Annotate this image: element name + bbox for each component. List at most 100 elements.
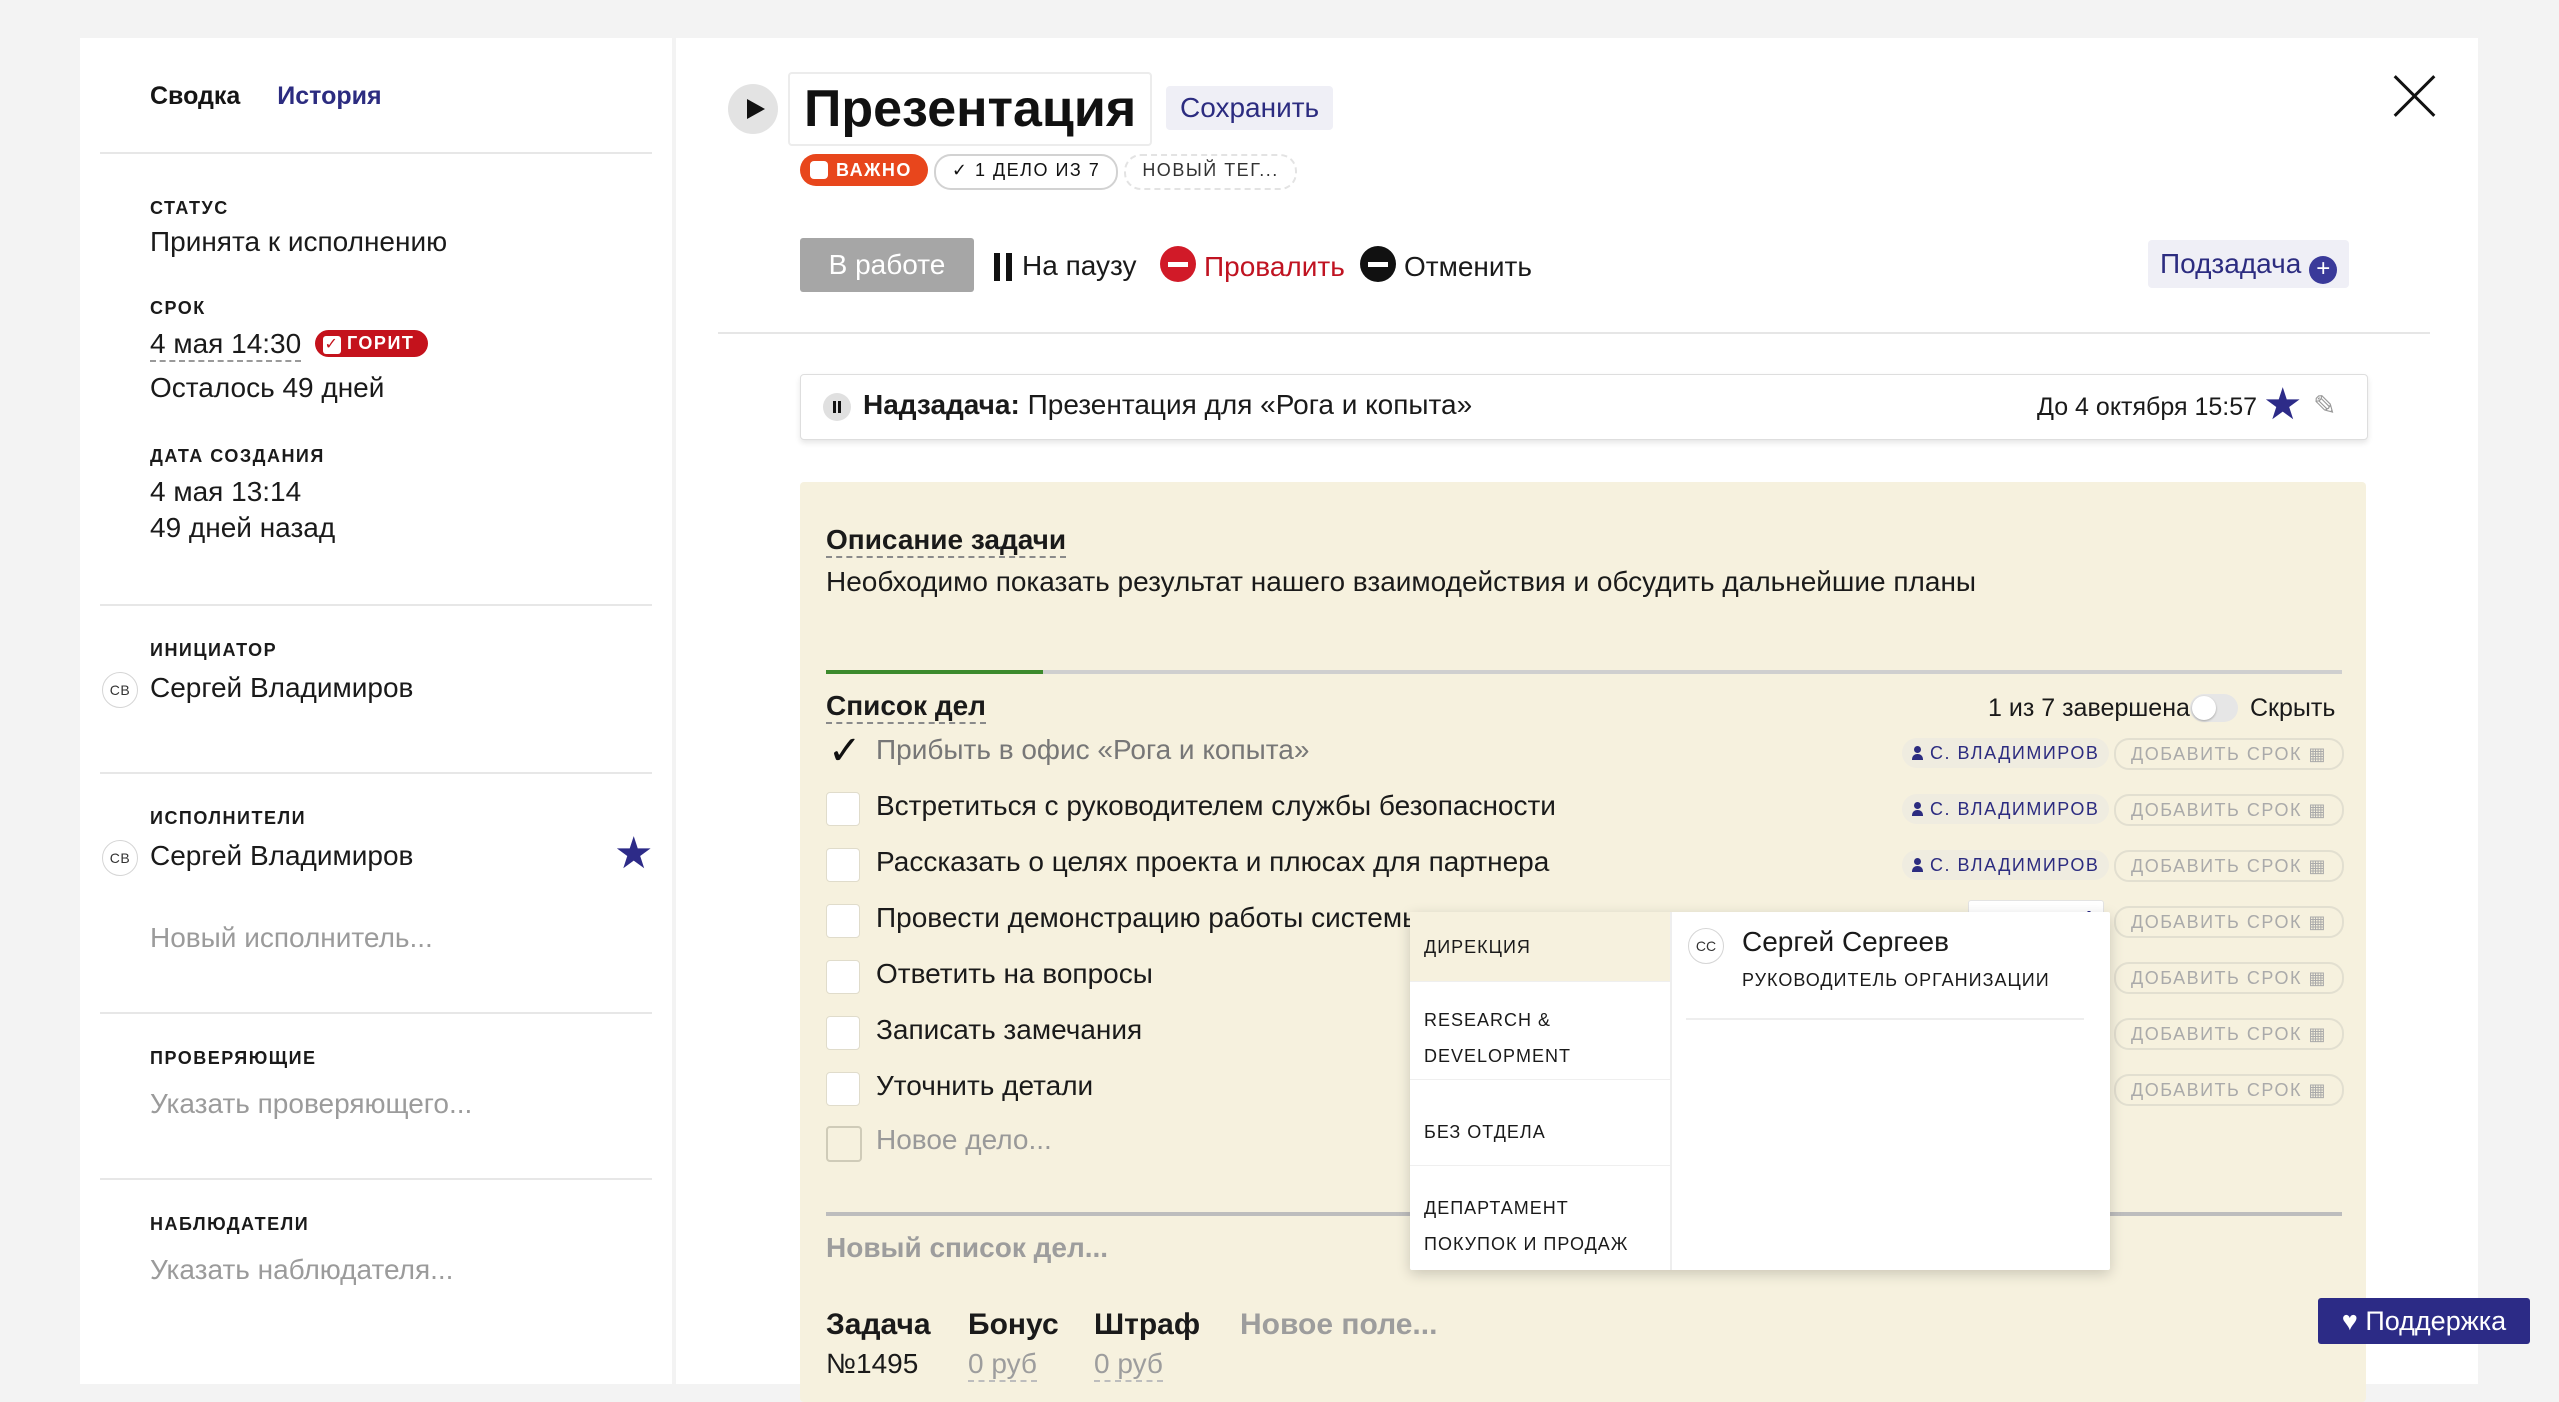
assignee-chip[interactable]: С. ВЛАДИМИРОВ [1902, 738, 2110, 768]
hide-done-toggle[interactable] [2190, 694, 2238, 722]
divider [100, 1012, 652, 1014]
tag-todo-progress[interactable]: ✓ 1 ДЕЛО ИЗ 7 [933, 154, 1119, 190]
pause-button[interactable]: На паузу [994, 246, 1137, 286]
checkbox-icon [810, 161, 828, 179]
todo-text[interactable]: Ответить на вопросы [876, 958, 1153, 990]
add-deadline-button[interactable]: ДОБАВИТЬ СРОК ▦ [2114, 906, 2344, 938]
fail-button[interactable]: Провалить [1160, 246, 1345, 287]
checkbox[interactable] [826, 728, 862, 774]
person-option[interactable]: Сергей Сергеев [1742, 926, 1949, 958]
avatar: СВ [102, 672, 138, 708]
tag-new[interactable]: НОВЫЙ ТЕГ... [1124, 154, 1297, 190]
support-button[interactable]: ♥ Поддержка [2318, 1298, 2530, 1344]
progress-fill [826, 670, 1043, 674]
add-deadline-button[interactable]: ДОБАВИТЬ СРОК ▦ [2114, 1074, 2344, 1106]
pause-icon[interactable] [823, 393, 851, 421]
person-icon [1912, 858, 1923, 872]
checklist-title[interactable]: Список дел [826, 690, 986, 724]
bonus-label: Бонус [968, 1308, 1059, 1341]
divider [100, 604, 652, 606]
avatar: СС [1688, 928, 1724, 964]
tag-important-label: ВАЖНО [836, 160, 912, 180]
created-label: ДАТА СОЗДАНИЯ [150, 446, 325, 466]
bonus-value[interactable]: 0 руб [968, 1348, 1037, 1382]
todo-text[interactable]: Записать замечания [876, 1014, 1142, 1046]
tab-history[interactable]: История [277, 82, 381, 110]
star-icon[interactable]: ★ [614, 828, 653, 879]
calendar-icon: ▦ [2308, 1024, 2327, 1044]
todo-text[interactable]: Встретиться с руководителем службы безоп… [876, 790, 1556, 822]
task-sidebar: Сводка История СТАТУС Принята к исполнен… [80, 38, 672, 1384]
assignee-chip[interactable]: С. ВЛАДИМИРОВ [1902, 794, 2110, 824]
performers-label: ИСПОЛНИТЕЛИ [150, 808, 307, 828]
description-title[interactable]: Описание задачи [826, 524, 1067, 558]
new-checklist-input[interactable]: Новый список дел... [826, 1232, 1108, 1264]
assignee-name: С. ВЛАДИМИРОВ [1930, 743, 2100, 763]
reviewers-label: ПРОВЕРЯЮЩИЕ [150, 1048, 317, 1068]
description-text[interactable]: Необходимо показать результат нашего вза… [826, 566, 1976, 598]
parent-name[interactable]: Презентация для «Рога и копыта» [1028, 389, 1473, 420]
assignee-dropdown: ДИРЕКЦИЯ RESEARCH & DEVELOPMENT БЕЗ ОТДЕ… [1410, 912, 2110, 1270]
task-title[interactable]: Презентация [788, 72, 1153, 146]
cancel-button[interactable]: Отменить [1360, 246, 1532, 287]
observer-input[interactable]: Указать наблюдателя... [150, 1254, 453, 1286]
parent-task-bar[interactable]: Надзадача: Презентация для «Рога и копыт… [800, 374, 2368, 440]
new-field-input[interactable]: Новое поле... [1240, 1308, 1437, 1342]
department-item[interactable]: RESEARCH & DEVELOPMENT [1410, 996, 1670, 1080]
add-deadline-button[interactable]: ДОБАВИТЬ СРОК ▦ [2114, 850, 2344, 882]
department-item[interactable]: ДЕПАРТАМЕНТ ПОКУПОК И ПРОДАЖ [1410, 1184, 1670, 1270]
status-value[interactable]: Принята к исполнению [150, 226, 447, 258]
checkbox[interactable] [826, 960, 860, 994]
add-deadline-button[interactable]: ДОБАВИТЬ СРОК ▦ [2114, 738, 2344, 770]
heart-icon: ♥ [2341, 1306, 2358, 1336]
task-number-label: Задача [826, 1308, 931, 1341]
calendar-icon: ▦ [2308, 800, 2327, 820]
close-icon[interactable] [2386, 68, 2442, 124]
deadline-label: ДОБАВИТЬ СРОК [2131, 1024, 2302, 1044]
assignee-name: С. ВЛАДИМИРОВ [1930, 799, 2100, 819]
tab-summary[interactable]: Сводка [150, 82, 240, 110]
star-icon[interactable]: ★ [2263, 379, 2302, 430]
deadline-label: ДОБАВИТЬ СРОК [2131, 856, 2302, 876]
calendar-icon: ▦ [2308, 856, 2327, 876]
assignee-name: С. ВЛАДИМИРОВ [1930, 855, 2100, 875]
deadline-date[interactable]: 4 мая 14:30 [150, 328, 302, 362]
tag-important[interactable]: ВАЖНО [800, 154, 928, 186]
todo-text[interactable]: Прибыть в офис «Рога и копыта» [876, 734, 1309, 766]
new-todo-input[interactable]: Новое дело... [876, 1124, 1052, 1156]
pencil-icon[interactable]: ✎ [2313, 389, 2336, 422]
initiator-name[interactable]: Сергей Владимиров [150, 672, 413, 704]
person-role: РУКОВОДИТЕЛЬ ОРГАНИЗАЦИИ [1742, 970, 2050, 990]
divider [718, 332, 2430, 334]
department-item[interactable]: ДИРЕКЦИЯ [1410, 912, 1670, 982]
department-item[interactable]: БЕЗ ОТДЕЛА [1410, 1098, 1670, 1166]
plus-icon: + [2309, 256, 2338, 284]
add-deadline-button[interactable]: ДОБАВИТЬ СРОК ▦ [2114, 1018, 2344, 1050]
play-icon[interactable] [728, 84, 778, 134]
checkbox[interactable] [826, 904, 860, 938]
pause-icon [994, 253, 1014, 281]
reviewer-input[interactable]: Указать проверяющего... [150, 1088, 472, 1120]
save-button[interactable]: Сохранить [1166, 86, 1334, 130]
todo-text[interactable]: Уточнить детали [876, 1070, 1093, 1102]
created-date: 4 мая 13:14 [150, 476, 302, 507]
checkbox[interactable] [826, 792, 860, 826]
fine-label: Штраф [1094, 1308, 1201, 1341]
checkbox[interactable] [826, 1072, 860, 1106]
checkbox[interactable] [826, 848, 860, 882]
initiator-label: ИНИЦИАТОР [150, 640, 278, 660]
todo-text[interactable]: Рассказать о целях проекта и плюсах для … [876, 846, 1549, 878]
performer-name[interactable]: Сергей Владимиров [150, 840, 413, 872]
person-icon [1912, 746, 1923, 760]
todo-text[interactable]: Провести демонстрацию работы системы [876, 902, 1422, 934]
assignee-chip[interactable]: С. ВЛАДИМИРОВ [1902, 850, 2110, 880]
checkbox[interactable] [826, 1016, 860, 1050]
add-deadline-button[interactable]: ДОБАВИТЬ СРОК ▦ [2114, 962, 2344, 994]
add-deadline-button[interactable]: ДОБАВИТЬ СРОК ▦ [2114, 794, 2344, 826]
add-subtask-button[interactable]: Подзадача + [2148, 240, 2350, 288]
new-performer-input[interactable]: Новый исполнитель... [150, 922, 433, 954]
fine-value[interactable]: 0 руб [1094, 1348, 1163, 1382]
status-button[interactable]: В работе [800, 238, 974, 292]
deadline-label: ДОБАВИТЬ СРОК [2131, 744, 2302, 764]
deadline-label: ДОБАВИТЬ СРОК [2131, 1080, 2302, 1100]
